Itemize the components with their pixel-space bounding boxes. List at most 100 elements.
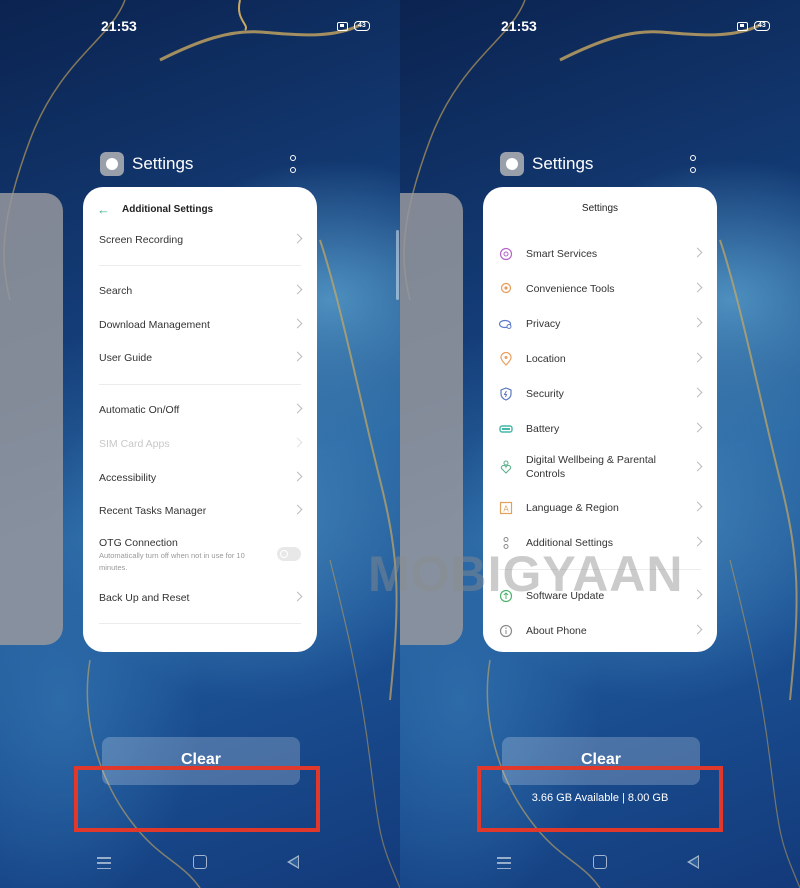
list-item[interactable]: Search	[99, 279, 303, 303]
status-icons: 43	[337, 21, 370, 31]
list-item[interactable]: Location	[499, 347, 703, 371]
chevron-right-icon	[692, 282, 703, 293]
item-label: Back Up and Reset	[99, 592, 190, 604]
list-item[interactable]: User Guide	[99, 346, 303, 370]
previous-app-card[interactable]	[400, 193, 463, 645]
list-item[interactable]: About Phone	[499, 619, 703, 643]
list-item[interactable]: Digital Wellbeing & Parental Controls	[499, 449, 703, 485]
card-header-title: Additional Settings	[122, 203, 214, 215]
back-arrow-icon[interactable]: ←	[97, 202, 110, 217]
left-screenshot: 21:53 43 Settings ← Additional Settings …	[0, 0, 400, 888]
item-label: Privacy	[526, 318, 561, 330]
item-label: Convenience Tools	[526, 283, 615, 295]
more-options-icon[interactable]	[689, 155, 697, 173]
list-item[interactable]: Convenience Tools	[499, 277, 703, 301]
chevron-right-icon	[292, 591, 303, 602]
status-time: 21:53	[501, 18, 537, 34]
list-item[interactable]: Security	[499, 382, 703, 406]
app-card-settings[interactable]: Settings Smart Services Convenience Tools…	[483, 187, 717, 652]
item-subtitle: Automatically turn off when not in use f…	[99, 551, 245, 572]
otg-toggle[interactable]	[277, 547, 301, 561]
security-icon	[500, 387, 512, 401]
list-item[interactable]: Additional Settings	[499, 531, 703, 555]
chevron-right-icon	[292, 437, 303, 448]
item-label: Recent Tasks Manager	[99, 505, 207, 517]
nav-menu-button[interactable]	[97, 857, 111, 869]
list-item[interactable]: Download Management	[99, 313, 303, 337]
list-item[interactable]: Back Up and Reset	[99, 586, 303, 610]
nav-back-button[interactable]	[287, 855, 299, 869]
item-label: User Guide	[99, 352, 153, 364]
item-label: Security	[526, 388, 564, 400]
list-item[interactable]: Software Update	[499, 584, 703, 608]
list-item[interactable]: Accessibility	[99, 466, 303, 490]
app-title: Settings	[532, 154, 594, 173]
item-label: Smart Services	[526, 248, 598, 260]
item-label: Download Management	[99, 319, 210, 331]
item-label: Automatic On/Off	[99, 404, 180, 416]
chevron-right-icon	[292, 351, 303, 362]
battery-indicator: 43	[354, 21, 370, 31]
chevron-right-icon	[692, 589, 703, 600]
nav-home-button[interactable]	[593, 855, 607, 869]
info-icon	[499, 624, 513, 638]
card-title: Settings	[581, 203, 619, 214]
app-card-additional-settings[interactable]: ← Additional Settings Screen Recording S…	[83, 187, 317, 652]
item-label: Battery	[526, 423, 560, 435]
additional-settings-icon	[503, 537, 509, 549]
gear-icon	[100, 152, 124, 176]
list-item[interactable]: Smart Services	[499, 242, 703, 266]
card-header: ← Additional Settings	[83, 197, 317, 221]
divider	[499, 569, 701, 570]
item-label: Location	[526, 353, 566, 365]
list-item[interactable]: Automatic On/Off	[99, 398, 303, 422]
chevron-right-icon	[292, 233, 303, 244]
item-label: About Phone	[526, 625, 587, 637]
nav-back-button[interactable]	[687, 855, 699, 869]
list-item[interactable]: Battery	[499, 417, 703, 441]
item-label: Search	[99, 285, 133, 297]
item-label: Digital Wellbeing & Parental Controls	[526, 454, 656, 480]
list-item[interactable]: Recent Tasks Manager	[99, 499, 303, 523]
item-label: Additional Settings	[526, 537, 613, 549]
list-item[interactable]: A Language & Region	[499, 496, 703, 520]
more-options-icon[interactable]	[289, 155, 297, 173]
divider	[99, 623, 301, 624]
highlight-box	[477, 766, 723, 832]
wellbeing-icon	[500, 460, 512, 474]
nav-menu-button[interactable]	[497, 857, 511, 869]
previous-app-card[interactable]	[0, 193, 63, 645]
battery-icon	[499, 425, 513, 433]
chevron-right-icon	[292, 284, 303, 295]
right-screenshot: 21:53 43 Settings Settings Smart Service…	[400, 0, 800, 888]
item-label: Accessibility	[99, 472, 157, 484]
chevron-right-icon	[692, 624, 703, 635]
chevron-right-icon	[692, 387, 703, 398]
status-icons: 43	[737, 21, 770, 31]
chevron-right-icon	[692, 247, 703, 258]
divider	[99, 384, 301, 385]
item-label: Language & Region	[526, 502, 619, 514]
chevron-right-icon	[692, 317, 703, 328]
app-header: Settings	[500, 152, 593, 176]
item-label: Screen Recording	[99, 234, 184, 246]
item-label: Software Update	[526, 590, 605, 602]
list-item[interactable]: Screen Recording	[99, 228, 303, 252]
battery-indicator: 43	[754, 21, 770, 31]
item-label: SIM Card Apps	[99, 438, 170, 450]
nav-home-button[interactable]	[193, 855, 207, 869]
list-item[interactable]: Privacy	[499, 312, 703, 336]
highlight-box	[74, 766, 320, 832]
divider	[99, 265, 301, 266]
smart-services-icon	[499, 247, 513, 261]
chevron-right-icon	[292, 471, 303, 482]
scroll-indicator	[396, 230, 399, 300]
sim-icon	[337, 21, 348, 31]
chevron-right-icon	[692, 352, 703, 363]
convenience-tools-icon	[500, 282, 512, 294]
list-item-disabled: SIM Card Apps	[99, 432, 303, 456]
chevron-right-icon	[292, 403, 303, 414]
privacy-icon	[499, 319, 512, 329]
sim-icon	[737, 21, 748, 31]
chevron-right-icon	[692, 536, 703, 547]
